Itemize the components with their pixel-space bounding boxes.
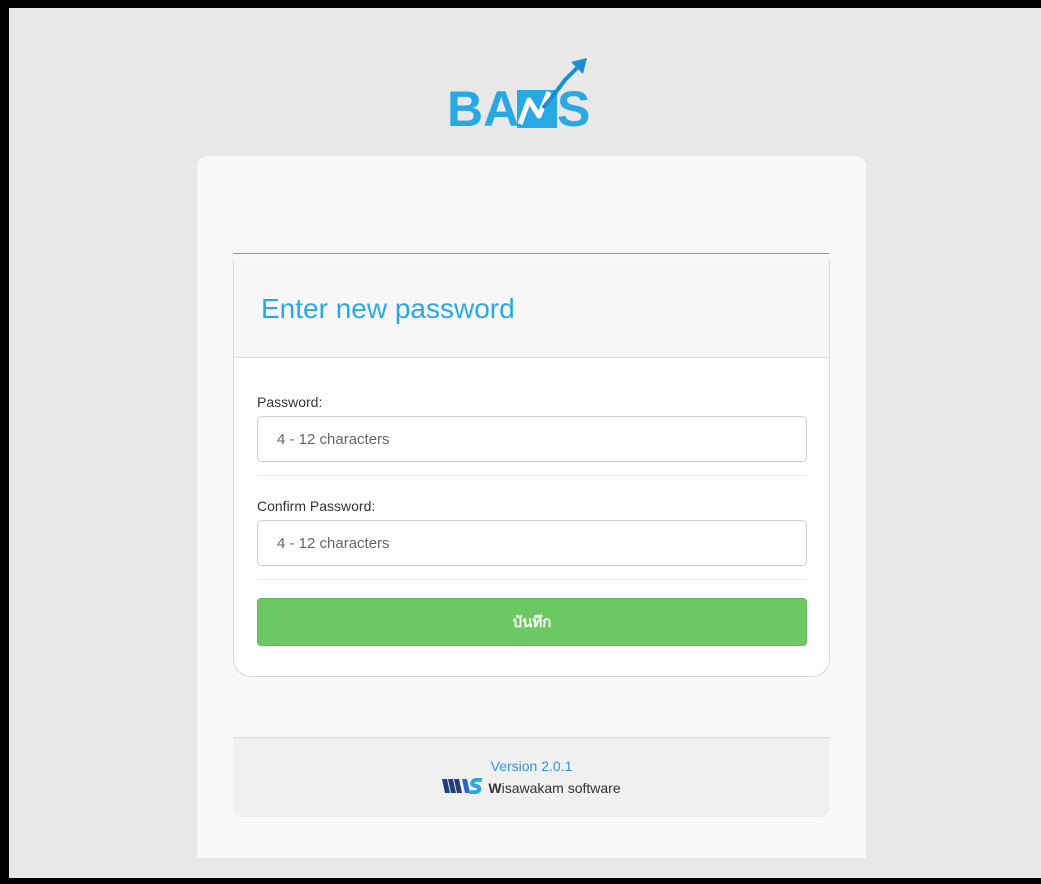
confirm-password-input[interactable]: [257, 520, 807, 566]
save-button[interactable]: บันทึก: [257, 598, 807, 646]
company-name: Wisawakam software: [488, 779, 621, 796]
version-text: Version 2.0.1: [490, 758, 573, 774]
card-accent-line: [233, 253, 829, 254]
panel-header: Enter new password: [234, 260, 829, 358]
password-input[interactable]: [257, 416, 807, 462]
new-password-panel: Enter new password Password: Confirm Pas…: [233, 260, 830, 677]
panel-title: Enter new password: [261, 293, 515, 324]
password-form: Password: Confirm Password: บันทึก: [234, 358, 829, 646]
footer: Version 2.0.1 Wisawakam software: [233, 737, 830, 817]
bams-logo: BA S: [447, 56, 617, 136]
page-background: BA S Enter new password Password: Confir…: [9, 8, 1041, 878]
password-label: Password:: [257, 394, 323, 410]
bams-logo-icon: BA S: [447, 58, 590, 136]
login-card: Enter new password Password: Confirm Pas…: [197, 156, 866, 858]
confirm-password-label: Confirm Password:: [257, 498, 376, 514]
svg-text:BA: BA: [447, 81, 519, 136]
form-divider: [257, 475, 806, 476]
svg-text:S: S: [557, 81, 590, 136]
form-divider: [257, 579, 806, 580]
wisawakam-logo-icon: [442, 777, 484, 797]
company-info: Wisawakam software: [233, 777, 830, 797]
